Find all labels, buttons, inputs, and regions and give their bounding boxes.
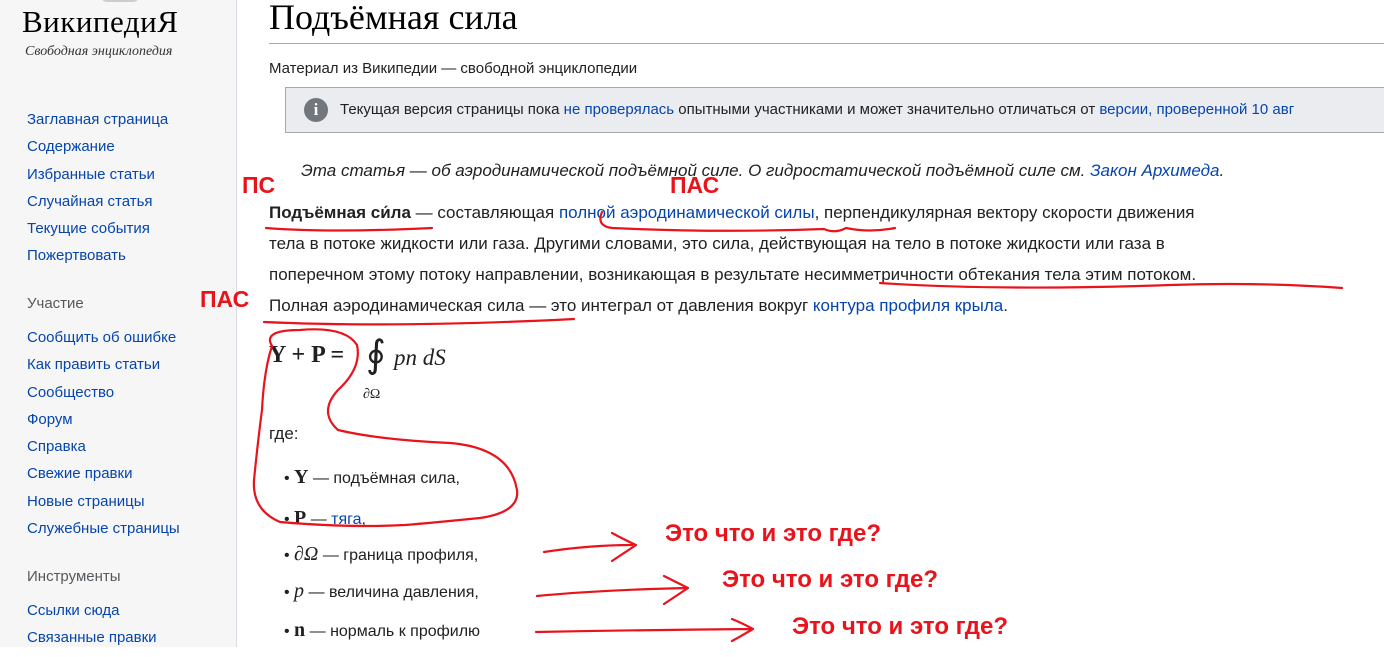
- arrow-normal: [534, 617, 755, 643]
- annotation-question-3: Это что и это где?: [792, 613, 1008, 640]
- arrow-boundary: [542, 531, 638, 563]
- underline-full-force: [599, 210, 897, 233]
- loop-around-formula: [252, 328, 519, 528]
- annotation-ps: ПС: [242, 172, 276, 198]
- annotation-question-1: Это что и это где?: [665, 520, 881, 547]
- underline-asymmetry: [878, 281, 1344, 290]
- underline-term: [264, 226, 434, 232]
- annotation-question-2: Это что и это где?: [722, 566, 938, 593]
- arrow-pressure: [535, 574, 690, 606]
- annotation-overlay: [252, 210, 1344, 643]
- underline-full-aero: [262, 317, 576, 326]
- annotation-pas-left: ПАС: [200, 286, 250, 312]
- annotation-pas-top: ПАС: [670, 172, 720, 198]
